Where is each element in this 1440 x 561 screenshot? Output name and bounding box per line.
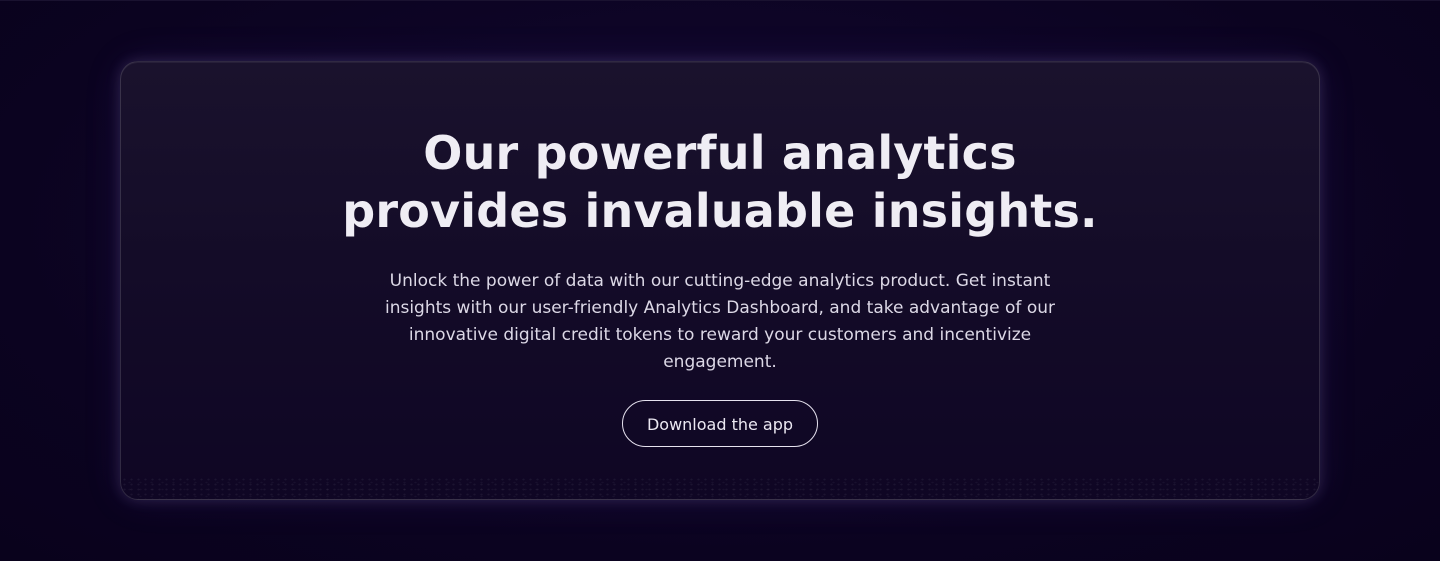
card-texture [121, 477, 1319, 499]
hero-description-line-4: engagement. [663, 352, 777, 372]
page-background: Our powerful analytics provides invaluab… [0, 0, 1440, 561]
hero-card: Our powerful analytics provides invaluab… [120, 61, 1320, 500]
hero-description-line-2: insights with our user-friendly Analytic… [384, 298, 1055, 318]
hero-description-line-3: innovative digital credit tokens to rewa… [408, 325, 1032, 345]
hero-description-line-1: Unlock the power of data with our cuttin… [389, 271, 1051, 291]
hero-title-line-2: provides invaluable insights. [342, 184, 1098, 238]
hero-title: Our powerful analytics provides invaluab… [310, 124, 1130, 240]
hero-content: Our powerful analytics provides invaluab… [121, 62, 1319, 447]
hero-title-line-1: Our powerful analytics [423, 126, 1017, 180]
download-app-button[interactable]: Download the app [622, 400, 818, 447]
hero-description: Unlock the power of data with our cuttin… [360, 268, 1080, 376]
